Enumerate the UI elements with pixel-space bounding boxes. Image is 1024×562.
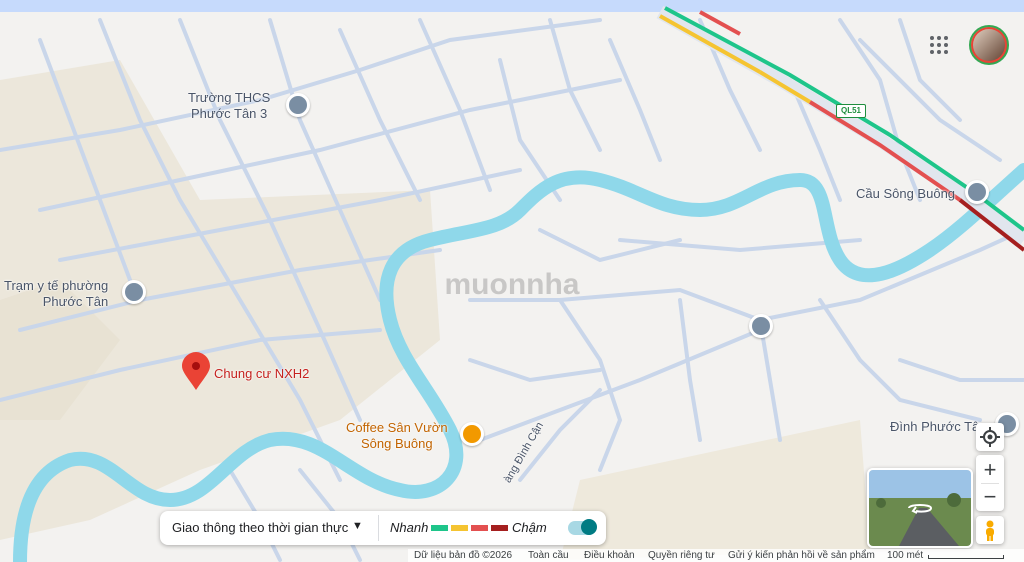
clinic-icon[interactable] bbox=[122, 280, 146, 304]
traffic-slow-label: Chậm bbox=[512, 520, 547, 535]
pegman-icon bbox=[986, 520, 994, 541]
crosshair-icon bbox=[980, 427, 1000, 447]
traffic-toggle[interactable] bbox=[568, 519, 597, 535]
bridge-icon[interactable] bbox=[965, 180, 989, 204]
apps-grid-icon[interactable] bbox=[930, 36, 950, 56]
place-label-school[interactable]: Trường THCS Phước Tân 3 bbox=[188, 90, 270, 122]
land-area bbox=[560, 420, 870, 560]
my-location-button[interactable] bbox=[976, 423, 1004, 451]
scale-label[interactable]: 100 mét bbox=[887, 550, 923, 561]
street-view-thumbnail[interactable] bbox=[867, 468, 973, 548]
feedback-link[interactable]: Gửi ý kiến phản hồi về sản phẩm bbox=[728, 550, 875, 561]
zoom-in-button[interactable]: + bbox=[976, 457, 1004, 483]
traffic-legend-bar bbox=[471, 525, 488, 531]
school-icon[interactable] bbox=[286, 93, 310, 117]
zoom-control: + − bbox=[976, 455, 1004, 511]
traffic-line-west bbox=[659, 14, 761, 74]
map-footer: Dữ liệu bản đồ ©2026 Toàn cầu Điều khoản… bbox=[408, 549, 1024, 562]
watermark: muonnha bbox=[445, 268, 580, 301]
traffic-panel: Giao thông theo thời gian thực ▼ Nhanh C… bbox=[160, 511, 606, 545]
place-label-coffee[interactable]: Coffee Sân Vườn Sông Buông bbox=[346, 420, 448, 452]
divider bbox=[378, 515, 379, 541]
terms-link[interactable]: Điều khoản bbox=[584, 550, 635, 561]
rotate-360-icon bbox=[908, 504, 933, 514]
traffic-mode-select[interactable]: Giao thông theo thời gian thực bbox=[172, 520, 348, 535]
place-label-selected[interactable]: Chung cư NXH2 bbox=[214, 366, 309, 382]
global-link[interactable]: Toàn cầu bbox=[528, 550, 569, 561]
coffee-icon[interactable] bbox=[460, 422, 484, 446]
privacy-link[interactable]: Quyền riêng tư bbox=[648, 550, 715, 561]
place-label-temple[interactable]: Đình Phước Tâ bbox=[890, 419, 979, 435]
road-shield-ql51: QL51 bbox=[836, 104, 866, 118]
zoom-out-button[interactable]: − bbox=[976, 484, 1004, 510]
traffic-legend-bar bbox=[431, 525, 448, 531]
place-label-bridge[interactable]: Cầu Sông Buông bbox=[856, 186, 955, 202]
place-label-clinic[interactable]: Trạm y tế phường Phước Tân bbox=[4, 278, 108, 310]
school-icon[interactable] bbox=[749, 314, 773, 338]
map-data-attribution: Dữ liệu bản đồ ©2026 bbox=[414, 550, 513, 561]
account-avatar[interactable] bbox=[969, 25, 1009, 65]
traffic-legend-bar bbox=[491, 525, 508, 531]
traffic-fast-label: Nhanh bbox=[390, 520, 429, 535]
scale-bar bbox=[928, 555, 1004, 559]
traffic-legend-bar bbox=[451, 525, 468, 531]
chevron-down-icon[interactable]: ▼ bbox=[352, 520, 363, 532]
pegman-button[interactable] bbox=[976, 516, 1004, 544]
